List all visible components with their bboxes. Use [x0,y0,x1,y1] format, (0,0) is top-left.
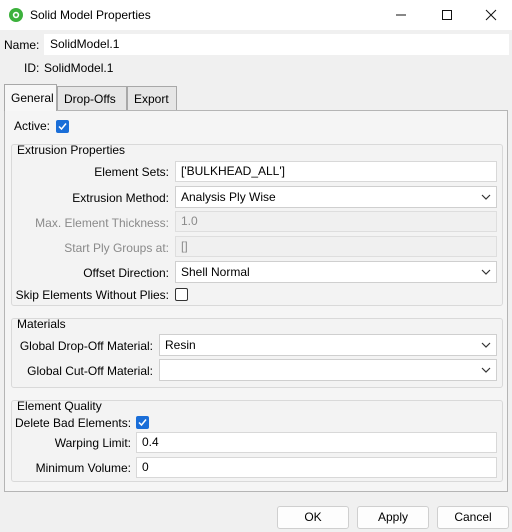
skip-elements-checkbox[interactable] [175,288,188,301]
delete-bad-elements-label: Delete Bad Elements: [15,416,132,430]
close-icon [485,9,497,21]
materials-title: Materials [17,317,66,331]
element-quality-group: Element Quality Delete Bad Elements: War… [11,399,503,482]
name-label: Name: [4,38,40,52]
delete-bad-elements-checkbox[interactable] [136,416,149,429]
element-sets-label: Element Sets: [94,165,169,179]
window-title: Solid Model Properties [30,8,151,22]
extrusion-properties-group: Extrusion Properties Element Sets: ['BUL… [11,143,503,306]
global-cut-off-label: Global Cut-Off Material: [27,364,153,378]
cancel-button[interactable]: Cancel [437,506,509,529]
offset-direction-select[interactable]: Shell Normal [175,261,497,283]
materials-group: Materials Global Drop-Off Material: Resi… [11,317,503,388]
extrusion-properties-title: Extrusion Properties [17,143,126,157]
chevron-down-icon [481,269,491,275]
chevron-down-icon [481,194,491,200]
offset-direction-value: Shell Normal [181,265,250,279]
extrusion-method-select[interactable]: Analysis Ply Wise [175,186,497,208]
start-ply-groups-field: [] [175,236,497,257]
close-button[interactable] [468,0,512,30]
title-bar: Solid Model Properties [0,0,512,30]
minimize-button[interactable] [378,0,424,30]
id-value: SolidModel.1 [44,61,114,75]
maximize-icon [442,10,452,20]
element-quality-title: Element Quality [17,399,102,413]
start-ply-groups-label: Start Ply Groups at: [64,241,169,255]
tab-drop-offs[interactable]: Drop-Offs [57,86,127,111]
maximize-button[interactable] [424,0,470,30]
tab-export[interactable]: Export [127,86,177,111]
minimize-icon [396,14,406,16]
active-checkbox[interactable] [56,120,69,133]
apply-button[interactable]: Apply [357,506,429,529]
minimum-volume-field[interactable]: 0 [136,457,497,478]
global-drop-off-select[interactable]: Resin [159,334,497,356]
max-thickness-field: 1.0 [175,211,497,232]
skip-elements-label: Skip Elements Without Plies: [15,288,169,302]
button-bar [0,498,512,532]
chevron-down-icon [481,342,491,348]
minimum-volume-label: Minimum Volume: [35,461,131,475]
name-field[interactable]: SolidModel.1 [44,34,509,55]
general-tab-panel: Active: Extrusion Properties Element Set… [4,110,508,492]
element-sets-field[interactable]: ['BULKHEAD_ALL'] [175,161,497,182]
ok-button[interactable]: OK [277,506,349,529]
checkmark-icon [138,419,147,427]
id-label: ID: [24,61,40,75]
tab-general[interactable]: General [4,84,57,111]
global-drop-off-value: Resin [165,338,196,352]
warping-limit-field[interactable]: 0.4 [136,432,497,453]
extrusion-method-label: Extrusion Method: [72,191,169,205]
max-thickness-label: Max. Element Thickness: [35,216,169,230]
active-label: Active: [14,119,51,133]
checkmark-icon [58,123,67,131]
gear-app-icon [9,8,23,22]
offset-direction-label: Offset Direction: [83,266,169,280]
warping-limit-label: Warping Limit: [54,436,131,450]
global-cut-off-select[interactable] [159,359,497,381]
global-drop-off-label: Global Drop-Off Material: [19,339,153,353]
chevron-down-icon [481,367,491,373]
extrusion-method-value: Analysis Ply Wise [181,190,276,204]
